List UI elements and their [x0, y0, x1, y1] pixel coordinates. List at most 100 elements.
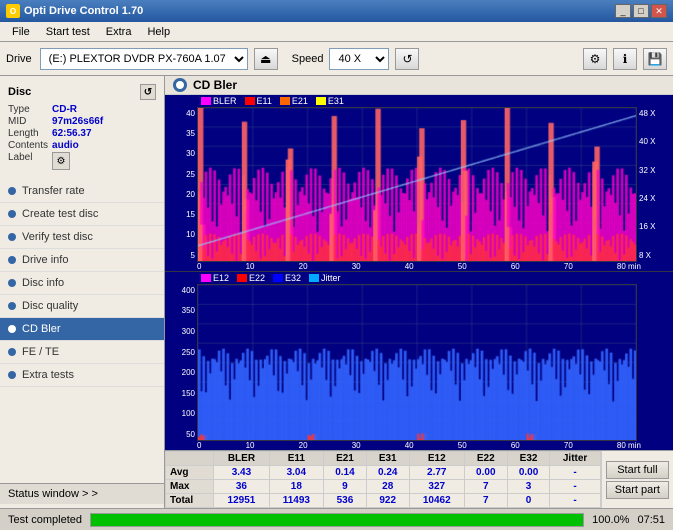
- legend-jitter: Jitter: [309, 273, 341, 283]
- legend-color-e11: [245, 97, 255, 105]
- nav-dot-fe-te: [8, 348, 16, 356]
- disc-info-grid: Type CD-R MID 97m26s66f Length 62:56.37 …: [8, 104, 156, 170]
- col-header-e32: E32: [507, 452, 550, 466]
- sidebar-item-drive-info[interactable]: Drive info: [0, 249, 164, 272]
- sidebar-item-fe-te[interactable]: FE / TE: [0, 341, 164, 364]
- label-settings-icon[interactable]: ⚙: [52, 152, 70, 170]
- nav-label-disc-quality: Disc quality: [22, 300, 78, 312]
- legend-color-e22: [237, 274, 247, 282]
- legend-e31: E31: [316, 96, 344, 106]
- bottom-chart-plot: [197, 284, 637, 441]
- max-jitter: -: [550, 480, 600, 494]
- nav-dot-verify: [8, 233, 16, 241]
- stats-row-avg: Avg 3.43 3.04 0.14 0.24 2.77 0.00 0.00 -: [166, 466, 601, 480]
- disc-section: Disc ↺ Type CD-R MID 97m26s66f Length 62…: [0, 80, 164, 174]
- nav-label-fe-te: FE / TE: [22, 346, 59, 358]
- stats-table: BLER E11 E21 E31 E12 E22 E32 Jitter: [165, 451, 601, 508]
- stats-row-container: BLER E11 E21 E31 E12 E22 E32 Jitter: [165, 451, 673, 508]
- refresh-button[interactable]: ↺: [395, 48, 419, 70]
- col-header-e11: E11: [269, 452, 323, 466]
- stats-row-max: Max 36 18 9 28 327 7 3 -: [166, 480, 601, 494]
- nav-label-verify: Verify test disc: [22, 231, 93, 243]
- drive-select[interactable]: (E:) PLEXTOR DVDR PX-760A 1.07: [40, 48, 248, 70]
- title-bar-buttons: _ □ ✕: [615, 4, 667, 18]
- row-label-total: Total: [166, 494, 214, 508]
- sidebar-item-disc-info[interactable]: Disc info: [0, 272, 164, 295]
- legend-e22: E22: [237, 273, 265, 283]
- col-header-bler: BLER: [214, 452, 269, 466]
- total-e22: 7: [464, 494, 507, 508]
- minimize-button[interactable]: _: [615, 4, 631, 18]
- status-window-button[interactable]: Status window > >: [0, 483, 164, 504]
- chart-area: CD Bler BLER E11 E21: [165, 76, 673, 508]
- nav-dot-disc-info: [8, 279, 16, 287]
- max-e12: 327: [409, 480, 464, 494]
- save-button[interactable]: 💾: [643, 48, 667, 70]
- legend-color-e31: [316, 97, 326, 105]
- settings-button[interactable]: ⚙: [583, 48, 607, 70]
- sidebar-item-create-test-disc[interactable]: Create test disc: [0, 203, 164, 226]
- start-part-button[interactable]: Start part: [606, 481, 669, 499]
- total-e11: 11493: [269, 494, 323, 508]
- contents-value: audio: [52, 140, 156, 151]
- legend-label-e21: E21: [292, 96, 308, 106]
- app-icon: O: [6, 4, 20, 18]
- status-text: Test completed: [8, 514, 82, 526]
- top-y-axis: 40 35 30 25 20 15 10 5: [165, 107, 197, 262]
- top-y-axis-right: 48 X 40 X 32 X 24 X 16 X 8 X: [637, 107, 673, 262]
- total-jitter: -: [550, 494, 600, 508]
- total-bler: 12951: [214, 494, 269, 508]
- eject-button[interactable]: ⏏: [254, 48, 278, 70]
- action-buttons: Start full Start part: [601, 451, 673, 508]
- col-header-e12: E12: [409, 452, 464, 466]
- top-x-axis: 0 10 20 30 40 50 60 70 80 min: [165, 262, 673, 271]
- stats-row-total: Total 12951 11493 536 922 10462 7 0 -: [166, 494, 601, 508]
- speed-select[interactable]: 40 X Max 32 X 24 X 16 X 8 X: [329, 48, 389, 70]
- main-content: Disc ↺ Type CD-R MID 97m26s66f Length 62…: [0, 76, 673, 508]
- progress-bar: [91, 514, 583, 526]
- bottom-y-axis: 400 350 300 250 200 150 100 50: [165, 284, 197, 441]
- legend-label-e31: E31: [328, 96, 344, 106]
- col-header-jitter: Jitter: [550, 452, 600, 466]
- max-e22: 7: [464, 480, 507, 494]
- total-e21: 536: [324, 494, 367, 508]
- total-e31: 922: [366, 494, 409, 508]
- total-e12: 10462: [409, 494, 464, 508]
- avg-e32: 0.00: [507, 466, 550, 480]
- start-full-button[interactable]: Start full: [606, 461, 669, 479]
- stats-area: BLER E11 E21 E31 E12 E22 E32 Jitter: [165, 450, 673, 508]
- status-bar: Test completed 100.0% 07:51: [0, 508, 673, 530]
- sidebar-item-disc-quality[interactable]: Disc quality: [0, 295, 164, 318]
- title-bar: O Opti Drive Control 1.70 _ □ ✕: [0, 0, 673, 22]
- speed-label: Speed: [292, 53, 324, 65]
- menu-extra[interactable]: Extra: [98, 22, 140, 41]
- status-window-label: Status window > >: [8, 488, 98, 500]
- disc-refresh-icon[interactable]: ↺: [140, 84, 156, 100]
- legend-label-bler: BLER: [213, 96, 237, 106]
- info-button[interactable]: ℹ: [613, 48, 637, 70]
- avg-jitter: -: [550, 466, 600, 480]
- nav-dot-drive-info: [8, 256, 16, 264]
- row-label-max: Max: [166, 480, 214, 494]
- type-label: Type: [8, 104, 48, 115]
- sidebar-item-transfer-rate[interactable]: Transfer rate: [0, 180, 164, 203]
- legend-color-e21: [280, 97, 290, 105]
- nav-label-transfer-rate: Transfer rate: [22, 185, 85, 197]
- menu-help[interactable]: Help: [139, 22, 178, 41]
- menu-start-test[interactable]: Start test: [38, 22, 98, 41]
- menu-file[interactable]: File: [4, 22, 38, 41]
- label-label: Label: [8, 152, 48, 170]
- legend-e32: E32: [273, 273, 301, 283]
- avg-e11: 3.04: [269, 466, 323, 480]
- nav-dot-disc-quality: [8, 302, 16, 310]
- avg-e12: 2.77: [409, 466, 464, 480]
- maximize-button[interactable]: □: [633, 4, 649, 18]
- sidebar-item-verify-test-disc[interactable]: Verify test disc: [0, 226, 164, 249]
- avg-e21: 0.14: [324, 466, 367, 480]
- menu-bar: File Start test Extra Help: [0, 22, 673, 42]
- nav-label-extra-tests: Extra tests: [22, 369, 74, 381]
- nav-dot-create: [8, 210, 16, 218]
- close-button[interactable]: ✕: [651, 4, 667, 18]
- sidebar-item-cd-bler[interactable]: CD Bler: [0, 318, 164, 341]
- sidebar-item-extra-tests[interactable]: Extra tests: [0, 364, 164, 387]
